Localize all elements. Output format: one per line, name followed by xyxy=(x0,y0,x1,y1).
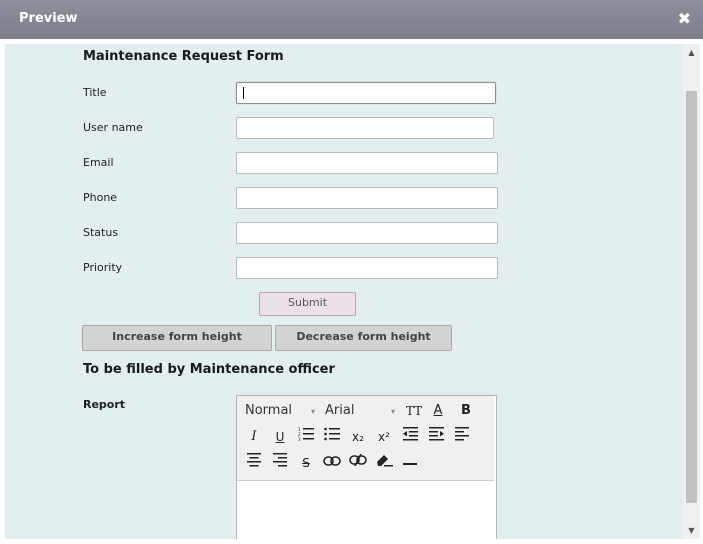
text-caret xyxy=(243,87,244,99)
scroll-up-arrow-icon[interactable]: ▲ xyxy=(683,44,700,61)
link-icon xyxy=(323,456,341,466)
underline-icon: U xyxy=(275,430,285,444)
chevron-down-icon: ▾ xyxy=(391,407,396,416)
priority-input[interactable] xyxy=(236,257,498,279)
chevron-down-icon: ▾ xyxy=(311,407,316,416)
status-input[interactable] xyxy=(236,222,498,244)
font-value: Arial xyxy=(325,403,355,418)
eraser-icon xyxy=(377,455,393,467)
text-color-button[interactable]: A xyxy=(427,401,449,421)
status-label: Status xyxy=(83,226,119,239)
scroll-down-arrow-icon[interactable]: ▼ xyxy=(683,522,700,539)
unlink-button[interactable] xyxy=(347,453,369,473)
unlink-icon xyxy=(349,453,367,467)
subscript-icon: x₂ xyxy=(352,430,364,444)
superscript-button[interactable]: x² xyxy=(373,427,395,447)
dialog-title: Preview xyxy=(19,11,78,26)
preview-frame: Maintenance Request Form Title User name… xyxy=(0,39,703,544)
bullet-list-icon xyxy=(324,427,340,441)
indent-button[interactable] xyxy=(425,427,447,447)
phone-label: Phone xyxy=(83,191,118,204)
report-label: Report xyxy=(83,398,126,411)
strikethrough-icon: S xyxy=(302,456,310,470)
align-right-button[interactable] xyxy=(269,453,291,473)
priority-label: Priority xyxy=(83,261,123,274)
bold-button[interactable]: B xyxy=(455,401,477,421)
font-size-button[interactable]: TT xyxy=(403,401,425,421)
link-button[interactable] xyxy=(321,453,343,473)
italic-button[interactable]: I xyxy=(243,427,265,447)
rich-text-editor: Normal ▾ Arial ▾ TT A B I U 1 2 3 x₂ x² … xyxy=(236,395,497,539)
phone-input[interactable] xyxy=(236,187,498,209)
editor-toolbar: Normal ▾ Arial ▾ TT A B I U 1 2 3 x₂ x² … xyxy=(237,396,494,481)
email-label: Email xyxy=(83,156,114,169)
align-center-icon xyxy=(247,453,261,467)
form-title: Maintenance Request Form xyxy=(83,49,284,64)
align-right-icon xyxy=(273,453,287,467)
remove-format-button[interactable] xyxy=(373,453,395,473)
scrollbar-thumb[interactable] xyxy=(686,91,697,503)
align-left-button[interactable] xyxy=(451,427,473,447)
close-icon[interactable]: ✖ xyxy=(678,9,691,28)
username-label: User name xyxy=(83,121,143,134)
align-center-button[interactable] xyxy=(243,453,265,473)
strikethrough-button[interactable]: S xyxy=(295,453,317,473)
superscript-icon: x² xyxy=(378,430,390,444)
outdent-button[interactable] xyxy=(399,427,421,447)
bold-icon: B xyxy=(461,403,471,418)
title-label: Title xyxy=(83,86,107,99)
font-size-icon: TT xyxy=(405,404,423,418)
align-left-icon xyxy=(455,427,469,441)
bullet-list-button[interactable] xyxy=(321,427,343,447)
form-content: Maintenance Request Form Title User name… xyxy=(5,44,683,539)
format-value: Normal xyxy=(245,403,293,418)
ordered-list-icon: 123 xyxy=(298,427,314,442)
underline-button[interactable]: U xyxy=(269,427,291,447)
username-input[interactable] xyxy=(236,117,494,139)
outdent-icon xyxy=(402,427,418,441)
ordered-list-button[interactable]: 123 xyxy=(295,427,317,447)
submit-button[interactable]: Submit xyxy=(259,292,356,316)
decrease-form-height-button[interactable]: Decrease form height xyxy=(275,325,452,351)
subscript-button[interactable]: x₂ xyxy=(347,427,369,447)
text-color-icon: A xyxy=(433,403,443,418)
horizontal-rule-icon xyxy=(403,463,417,465)
horizontal-rule-button[interactable] xyxy=(399,453,421,473)
italic-icon: I xyxy=(251,429,257,444)
officer-section-heading: To be filled by Maintenance officer xyxy=(83,362,335,377)
editor-text-area[interactable] xyxy=(237,481,494,539)
indent-icon xyxy=(428,427,444,441)
format-dropdown[interactable]: Normal ▾ xyxy=(245,403,320,418)
increase-form-height-button[interactable]: Increase form height xyxy=(82,325,272,351)
email-input[interactable] xyxy=(236,152,498,174)
title-input[interactable] xyxy=(236,82,496,104)
font-dropdown[interactable]: Arial ▾ xyxy=(325,403,400,418)
dialog-titlebar: Preview ✖ xyxy=(0,0,703,39)
vertical-scrollbar[interactable]: ▲ ▼ xyxy=(683,44,700,539)
svg-text:3: 3 xyxy=(298,437,301,441)
